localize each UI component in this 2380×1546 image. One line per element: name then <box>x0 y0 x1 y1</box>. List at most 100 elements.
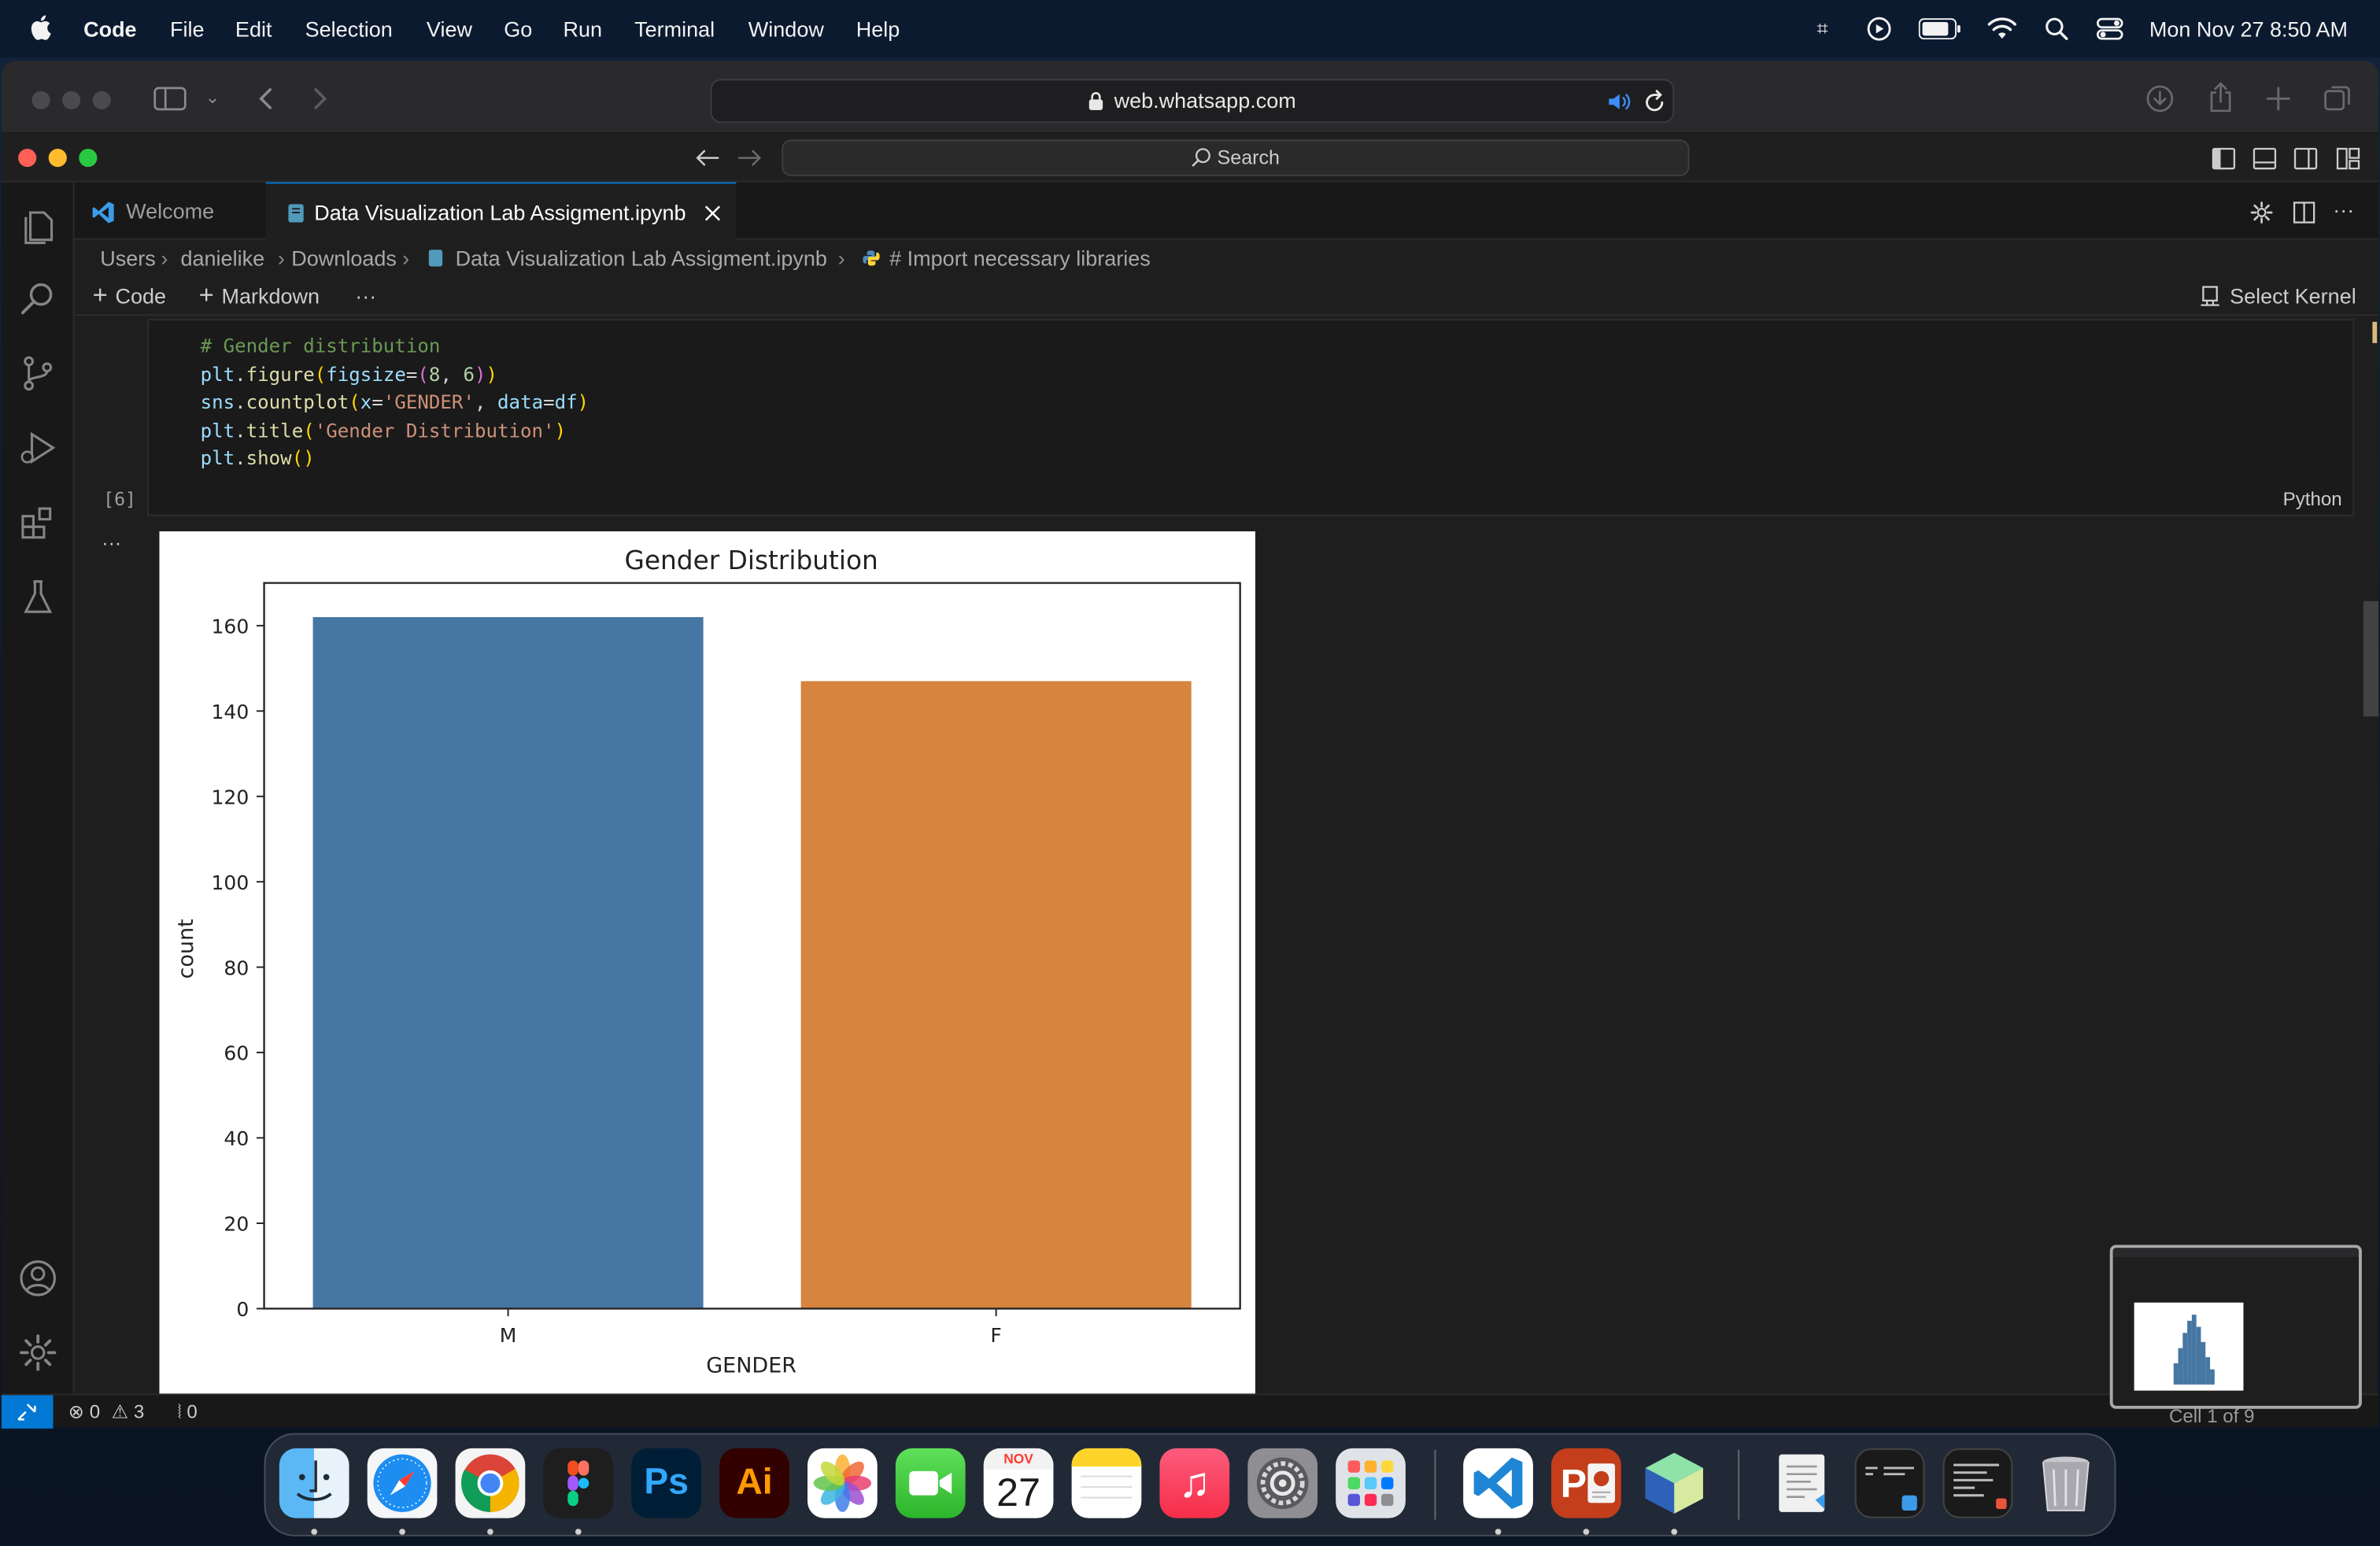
menu-go[interactable]: Go <box>504 17 532 41</box>
accounts-icon[interactable] <box>17 1257 59 1300</box>
select-kernel-button[interactable]: Select Kernel <box>2200 276 2356 316</box>
dock-screenshot-2[interactable] <box>1942 1448 2013 1518</box>
back-icon[interactable] <box>257 87 275 111</box>
safari-minimize-button[interactable] <box>62 91 81 109</box>
dock-calendar[interactable]: NOV 27 <box>983 1448 1054 1518</box>
vscode-zoom-button[interactable] <box>79 149 98 168</box>
screenshot-thumbnail[interactable] <box>2109 1245 2362 1409</box>
dock-facetime[interactable] <box>895 1448 966 1518</box>
breadcrumb-users[interactable]: Users <box>100 240 156 276</box>
dock-illustrator[interactable]: Ai <box>719 1448 789 1518</box>
toggle-secondary-sidebar-icon[interactable] <box>2293 147 2318 170</box>
x-tick-label: F <box>990 1324 1001 1347</box>
vscode-minimize-button[interactable] <box>48 149 67 168</box>
menu-edit[interactable]: Edit <box>235 17 272 41</box>
output-actions-icon[interactable]: ··· <box>102 531 121 554</box>
dock-powerpoint[interactable]: P <box>1551 1448 1621 1518</box>
editor-scrollbar-thumb[interactable] <box>2363 601 2379 717</box>
menu-view[interactable]: View <box>427 17 472 41</box>
dock-screenshot-1[interactable] <box>1854 1448 1925 1518</box>
dock-running-indicator <box>1583 1529 1590 1535</box>
forward-icon[interactable] <box>311 87 329 111</box>
reload-icon[interactable] <box>1644 90 1665 113</box>
control-center-icon[interactable] <box>2096 17 2123 41</box>
vscode-close-button[interactable] <box>18 149 37 168</box>
x-tick-label: M <box>500 1324 517 1347</box>
safari-zoom-button[interactable] <box>92 91 111 109</box>
dock-notes[interactable] <box>1071 1448 1142 1518</box>
more-actions-icon[interactable]: ··· <box>2333 198 2354 222</box>
tab-group-chevron-icon[interactable]: ⌄ <box>205 88 220 106</box>
menubar-clock[interactable]: Mon Nov 27 8:50 AM <box>2149 17 2348 41</box>
dock-trash[interactable] <box>2031 1448 2101 1518</box>
menu-run[interactable]: Run <box>564 17 603 41</box>
remote-indicator-button[interactable] <box>1 1395 54 1429</box>
toolbar-more-icon[interactable]: ··· <box>355 276 376 316</box>
share-icon[interactable] <box>2208 82 2233 113</box>
audio-playing-icon[interactable] <box>1607 91 1632 113</box>
menu-file[interactable]: File <box>170 17 205 41</box>
command-center-search[interactable]: Search <box>782 139 1690 176</box>
dock-chrome[interactable] <box>455 1448 526 1518</box>
ports-button[interactable]: ⦚ 0 <box>178 1395 198 1428</box>
tab-welcome[interactable]: Welcome <box>75 182 266 239</box>
cell-language-label[interactable]: Python <box>2283 489 2342 510</box>
code-editor[interactable]: # Gender distribution plt.figure(figsize… <box>201 332 589 473</box>
tab-notebook[interactable]: Data Visualization Lab Assigment.ipynb <box>265 182 737 240</box>
dock-finder[interactable] <box>279 1448 349 1518</box>
add-code-cell-button[interactable]: + Code <box>93 276 166 316</box>
customize-layout-icon[interactable] <box>2336 147 2360 170</box>
toggle-panel-icon[interactable] <box>2252 147 2277 170</box>
run-and-debug-icon[interactable] <box>17 427 59 469</box>
extensions-icon[interactable] <box>17 501 59 543</box>
search-view-icon[interactable] <box>17 278 59 320</box>
dock-vscode[interactable] <box>1463 1448 1533 1518</box>
breadcrumb-user[interactable]: danielike <box>181 240 265 276</box>
launchpad-grid-icon <box>1347 1460 1394 1507</box>
sidebar-toggle-icon[interactable] <box>153 87 187 111</box>
nav-back-icon[interactable] <box>695 149 719 167</box>
figma-status-icon[interactable]: ⌗ <box>1817 17 1828 41</box>
menu-app-name[interactable]: Code <box>83 17 137 41</box>
dock-photos[interactable] <box>808 1448 878 1518</box>
toggle-primary-sidebar-icon[interactable] <box>2212 147 2236 170</box>
add-markdown-cell-button[interactable]: + Markdown <box>199 276 320 316</box>
breadcrumb-file[interactable]: Data Visualization Lab Assigment.ipynb <box>456 240 827 276</box>
dock-blockbench[interactable] <box>1639 1448 1709 1518</box>
menu-selection[interactable]: Selection <box>305 17 393 41</box>
close-tab-icon[interactable] <box>704 205 721 221</box>
split-editor-icon[interactable] <box>2292 201 2316 225</box>
breadcrumb-cell[interactable]: # Import necessary libraries <box>889 240 1151 276</box>
wifi-icon[interactable] <box>1987 17 2018 41</box>
dock-safari[interactable] <box>367 1448 438 1518</box>
dock-launchpad[interactable] <box>1336 1448 1406 1518</box>
dock-figma[interactable] <box>543 1448 614 1518</box>
source-control-icon[interactable] <box>17 352 59 394</box>
tab-overview-icon[interactable] <box>2324 85 2352 113</box>
nav-forward-icon[interactable] <box>737 149 762 167</box>
play-status-icon[interactable] <box>1867 17 1891 41</box>
battery-icon[interactable] <box>1918 18 1961 40</box>
manage-gear-icon[interactable] <box>17 1331 59 1374</box>
safari-close-button[interactable] <box>31 91 50 109</box>
testing-flask-icon[interactable] <box>17 575 59 618</box>
menu-window[interactable]: Window <box>748 17 824 41</box>
spotlight-search-icon[interactable] <box>2045 17 2069 41</box>
downloads-icon[interactable] <box>2146 85 2174 113</box>
new-tab-icon[interactable] <box>2266 87 2290 111</box>
notebook-settings-gear-icon[interactable] <box>2249 201 2274 225</box>
dock-music[interactable]: ♫ <box>1159 1448 1230 1518</box>
address-bar[interactable]: web.whatsapp.com <box>710 79 1675 124</box>
dock-document-stack[interactable] <box>1767 1448 1837 1518</box>
menu-terminal[interactable]: Terminal <box>634 17 715 41</box>
address-url: web.whatsapp.com <box>1114 87 1296 113</box>
dock-system-settings[interactable] <box>1247 1448 1318 1518</box>
apple-menu-icon[interactable] <box>31 13 55 41</box>
explorer-icon[interactable] <box>17 203 59 246</box>
menu-help[interactable]: Help <box>856 17 900 41</box>
dock-running-indicator <box>311 1529 318 1535</box>
breadcrumb-downloads[interactable]: Downloads <box>291 240 397 276</box>
problems-button[interactable]: ⊗ 0 ⚠ 3 <box>68 1395 145 1428</box>
dock-photoshop[interactable]: Ps <box>631 1448 702 1518</box>
code-cell[interactable]: # Gender distribution plt.figure(figsize… <box>147 319 2355 516</box>
